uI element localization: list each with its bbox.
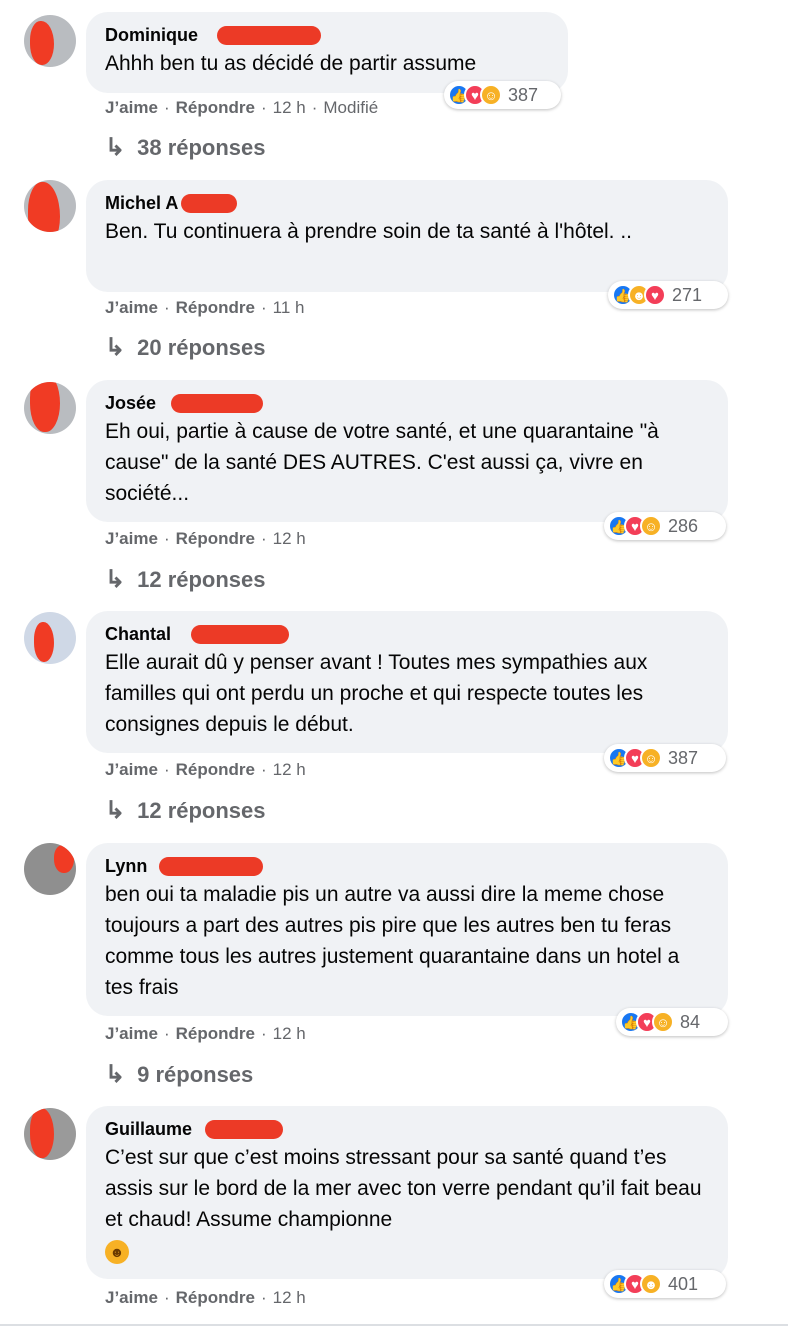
view-replies-link[interactable]: ↳ 38 réponses [105, 133, 266, 162]
reply-arrow-icon: ↳ [105, 1061, 126, 1088]
redaction-scribble [30, 21, 54, 65]
comment-actions: J’aime · Répondre · 12 h [105, 1288, 306, 1307]
reaction-summary[interactable]: 👍 ♥ ☻ 401 [604, 1270, 726, 1298]
timestamp[interactable]: 12 h [273, 98, 306, 117]
avatar[interactable] [24, 612, 76, 664]
timestamp[interactable]: 12 h [273, 760, 306, 779]
redaction-scribble [54, 845, 74, 873]
redaction-bar [191, 625, 289, 644]
comment-actions: J’aime · Répondre · 12 h [105, 529, 306, 548]
redaction-scribble [30, 1108, 54, 1158]
comment-actions: J’aime · Répondre · 11 h [105, 298, 305, 317]
like-link[interactable]: J’aime [105, 529, 158, 548]
replies-count: 9 réponses [137, 1061, 254, 1087]
comment-actions: J’aime · Répondre · 12 h [105, 760, 306, 779]
reply-link[interactable]: Répondre [176, 298, 255, 317]
comment-bubble: Josée Eh oui, partie à cause de votre sa… [86, 380, 728, 522]
replies-count: 12 réponses [137, 797, 266, 823]
comment-bubble: Michel A Ben. Tu continuera à prendre so… [86, 180, 728, 292]
replies-count: 12 réponses [137, 566, 266, 592]
timestamp[interactable]: 11 h [273, 298, 305, 317]
comment-author[interactable]: Josée [105, 392, 263, 414]
edited-label: Modifié [323, 98, 379, 117]
redaction-bar [217, 26, 321, 45]
comment-bubble: Lynn ben oui ta maladie pis un autre va … [86, 843, 728, 1016]
care-icon: ☺ [480, 84, 502, 106]
reply-link[interactable]: Répondre [176, 529, 255, 548]
comment-text: Elle aurait dû y penser avant ! Toutes m… [105, 651, 648, 736]
laughing-emoji-icon: ☻ [105, 1240, 129, 1264]
comment-text: Ahhh ben tu as décidé de partir assume [105, 52, 477, 75]
view-replies-link[interactable]: ↳ 12 réponses [105, 565, 266, 594]
reply-link[interactable]: Répondre [176, 98, 255, 117]
comment-text: Ben. Tu continuera à prendre soin de ta … [105, 220, 633, 243]
replies-count: 38 réponses [137, 134, 266, 160]
care-icon: ☺ [640, 515, 662, 537]
redaction-bar [181, 194, 237, 213]
redaction-scribble [28, 182, 60, 232]
reaction-count: 271 [672, 284, 703, 305]
comment-author[interactable]: Dominique [105, 24, 321, 46]
reaction-summary[interactable]: 👍 ♥ ☺ 387 [604, 744, 726, 772]
redaction-scribble [30, 382, 60, 432]
reaction-count: 286 [668, 515, 699, 536]
avatar[interactable] [24, 180, 76, 232]
redaction-bar [205, 1120, 283, 1139]
reply-arrow-icon: ↳ [105, 566, 126, 593]
reaction-count: 401 [668, 1273, 699, 1294]
care-icon: ☺ [640, 747, 662, 769]
reaction-summary[interactable]: 👍 ☻ ♥ 271 [608, 281, 728, 309]
haha-icon: ☻ [640, 1273, 662, 1295]
reaction-summary[interactable]: 👍 ♥ ☺ 286 [604, 512, 726, 540]
reply-arrow-icon: ↳ [105, 797, 126, 824]
like-link[interactable]: J’aime [105, 98, 158, 117]
comment-bubble: Guillaume C’est sur que c’est moins stre… [86, 1106, 728, 1279]
love-icon: ♥ [644, 284, 666, 306]
comment-text: Eh oui, partie à cause de votre santé, e… [105, 420, 659, 505]
reply-link[interactable]: Répondre [176, 1288, 255, 1307]
timestamp[interactable]: 12 h [273, 1288, 306, 1307]
reaction-count: 387 [668, 747, 699, 768]
replies-count: 20 réponses [137, 334, 266, 360]
avatar[interactable] [24, 1108, 76, 1160]
avatar[interactable] [24, 843, 76, 895]
timestamp[interactable]: 12 h [273, 529, 306, 548]
comment-author[interactable]: Lynn [105, 855, 263, 877]
comment-author[interactable]: Michel A [105, 192, 237, 214]
avatar[interactable] [24, 382, 76, 434]
reply-arrow-icon: ↳ [105, 334, 126, 361]
reaction-summary[interactable]: 👍 ♥ ☺ 387 [444, 81, 561, 109]
reaction-summary[interactable]: 👍 ♥ ☺ 84 [616, 1008, 728, 1036]
reaction-count: 387 [508, 84, 539, 105]
like-link[interactable]: J’aime [105, 760, 158, 779]
comment-text: ben oui ta maladie pis un autre va aussi… [105, 883, 680, 999]
like-link[interactable]: J’aime [105, 1024, 158, 1043]
view-replies-link[interactable]: ↳ 9 réponses [105, 1060, 253, 1089]
comment-actions: J’aime · Répondre · 12 h [105, 1024, 306, 1043]
redaction-bar [171, 394, 263, 413]
comment-actions: J’aime · Répondre · 12 h · Modifié [105, 98, 379, 117]
comment-author[interactable]: Guillaume [105, 1118, 283, 1140]
comment-text: C’est sur que c’est moins stressant pour… [105, 1142, 710, 1266]
reply-arrow-icon: ↳ [105, 134, 126, 161]
like-link[interactable]: J’aime [105, 298, 158, 317]
reply-link[interactable]: Répondre [176, 1024, 255, 1043]
care-icon: ☺ [652, 1011, 674, 1033]
like-link[interactable]: J’aime [105, 1288, 158, 1307]
redaction-scribble [34, 622, 54, 662]
reply-link[interactable]: Répondre [176, 760, 255, 779]
redaction-bar [159, 857, 263, 876]
timestamp[interactable]: 12 h [273, 1024, 306, 1043]
avatar[interactable] [24, 15, 76, 67]
reaction-count: 84 [680, 1011, 701, 1032]
divider [0, 1324, 788, 1326]
view-replies-link[interactable]: ↳ 12 réponses [105, 796, 266, 825]
comment-author[interactable]: Chantal [105, 623, 289, 645]
view-replies-link[interactable]: ↳ 20 réponses [105, 333, 266, 362]
comment-bubble: Chantal Elle aurait dû y penser avant ! … [86, 611, 728, 753]
